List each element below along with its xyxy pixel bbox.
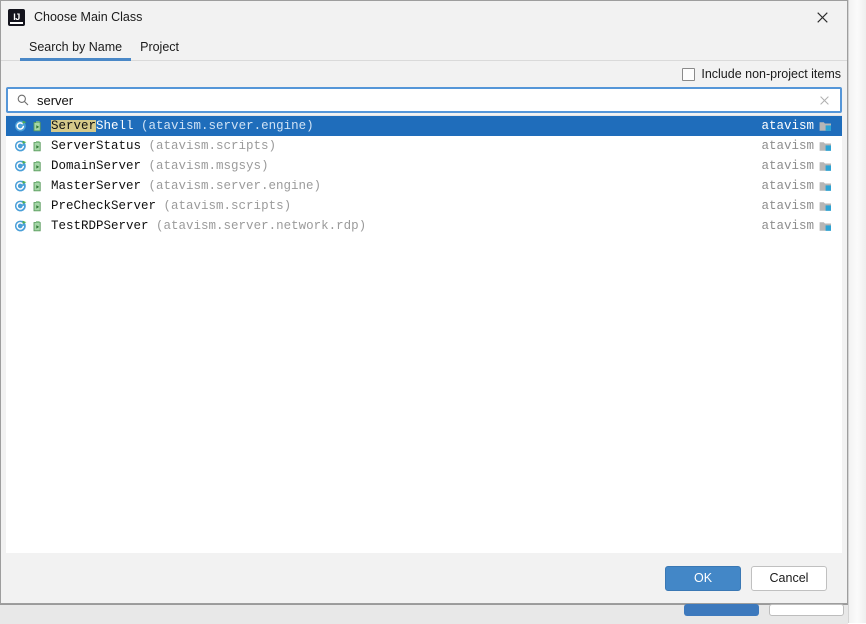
dialog-tabs: Search by Name Project	[1, 33, 847, 61]
runnable-main-icon	[32, 120, 44, 133]
java-class-icon	[14, 219, 28, 233]
result-row[interactable]: MasterServer (atavism.server.engine) atav…	[6, 176, 842, 196]
result-module-name: atavism	[761, 118, 814, 133]
result-row-label: ServerStatus (atavism.scripts)	[51, 140, 761, 153]
result-row-label: TestRDPServer (atavism.server.network.rd…	[51, 220, 761, 233]
result-module: atavism	[761, 160, 840, 173]
search-input[interactable]: server	[6, 87, 842, 113]
java-class-icon	[14, 119, 28, 133]
result-package-name: (atavism.scripts)	[163, 199, 292, 213]
ok-button[interactable]: OK	[665, 565, 741, 591]
clear-icon[interactable]	[817, 94, 832, 107]
result-module: atavism	[761, 200, 840, 213]
result-module-name: atavism	[761, 218, 814, 233]
result-class-name: ServerStatus	[51, 139, 142, 153]
module-folder-icon	[819, 160, 832, 172]
result-class-name: Shell	[96, 119, 134, 133]
match-highlight: Server	[51, 119, 97, 133]
dialog-footer: OK Cancel	[1, 553, 847, 603]
result-module: atavism	[761, 220, 840, 233]
result-package-name: (atavism.msgsys)	[148, 159, 269, 173]
result-row-label: PreCheckServer (atavism.scripts)	[51, 200, 761, 213]
result-module-name: atavism	[761, 198, 814, 213]
module-folder-icon	[819, 120, 832, 132]
close-icon[interactable]	[805, 5, 839, 29]
result-module: atavism	[761, 180, 840, 193]
java-class-icon	[14, 139, 28, 153]
runnable-main-icon	[32, 180, 44, 193]
result-row[interactable]: ServerStatus (atavism.scripts) atavism	[6, 136, 842, 156]
result-row-icons	[14, 199, 44, 213]
search-field-container: server	[1, 87, 847, 113]
module-folder-icon	[819, 180, 832, 192]
module-folder-icon	[819, 200, 832, 212]
java-class-icon	[14, 159, 28, 173]
result-class-name: MasterServer	[51, 179, 142, 193]
result-module-name: atavism	[761, 158, 814, 173]
result-module: atavism	[761, 120, 840, 133]
runnable-main-icon	[32, 220, 44, 233]
result-row[interactable]: PreCheckServer (atavism.scripts) atavism	[6, 196, 842, 216]
background-dialog-cancel-button[interactable]	[769, 604, 844, 616]
include-non-project-items-checkbox[interactable]: Include non-project items	[682, 67, 841, 81]
result-row-icons	[14, 119, 44, 133]
result-row-icons	[14, 219, 44, 233]
dialog-title: Choose Main Class	[34, 10, 143, 24]
cancel-button[interactable]: Cancel	[751, 565, 827, 591]
result-row-label: DomainServer (atavism.msgsys)	[51, 160, 761, 173]
result-row-icons	[14, 139, 44, 153]
result-module-name: atavism	[761, 178, 814, 193]
search-icon	[17, 94, 29, 106]
runnable-main-icon	[32, 140, 44, 153]
result-class-name: DomainServer	[51, 159, 142, 173]
result-module-name: atavism	[761, 138, 814, 153]
result-class-name: TestRDPServer	[51, 219, 149, 233]
intellij-idea-logo-icon: IJ	[8, 8, 25, 26]
search-input-value[interactable]: server	[37, 94, 817, 107]
choose-main-class-dialog: IJ Choose Main Class Search by Name Proj…	[0, 0, 848, 604]
java-class-icon	[14, 179, 28, 193]
dialog-titlebar: IJ Choose Main Class	[1, 1, 847, 33]
result-row[interactable]: TestRDPServer (atavism.server.network.rd…	[6, 216, 842, 236]
java-class-icon	[14, 199, 28, 213]
tab-project[interactable]: Project	[131, 40, 188, 60]
result-row-label: ServerShell (atavism.server.engine)	[51, 119, 761, 133]
include-non-project-items-label: Include non-project items	[701, 67, 841, 81]
background-dialog-ok-button[interactable]	[684, 604, 759, 616]
runnable-main-icon	[32, 160, 44, 173]
result-class-name: PreCheckServer	[51, 199, 157, 213]
runnable-main-icon	[32, 200, 44, 213]
result-module: atavism	[761, 140, 840, 153]
tab-search-by-name[interactable]: Search by Name	[20, 40, 132, 61]
result-row-icons	[14, 179, 44, 193]
module-folder-icon	[819, 220, 832, 232]
result-package-name: (atavism.server.engine)	[148, 179, 322, 193]
result-package-name: (atavism.server.network.rdp)	[156, 219, 367, 233]
module-folder-icon	[819, 140, 832, 152]
ide-editor-scrollbar-strip[interactable]: p	[848, 0, 866, 623]
result-row[interactable]: DomainServer (atavism.msgsys) atavism	[6, 156, 842, 176]
search-results-list[interactable]: ServerShell (atavism.server.engine) atavi…	[6, 115, 842, 553]
result-row[interactable]: ServerShell (atavism.server.engine) atavi…	[6, 116, 842, 136]
options-row: Include non-project items	[1, 61, 847, 87]
checkbox-box-icon[interactable]	[682, 67, 696, 81]
result-package-name: (atavism.scripts)	[148, 139, 277, 153]
result-row-label: MasterServer (atavism.server.engine)	[51, 180, 761, 193]
result-row-icons	[14, 159, 44, 173]
result-package-name: (atavism.server.engine)	[141, 119, 314, 133]
